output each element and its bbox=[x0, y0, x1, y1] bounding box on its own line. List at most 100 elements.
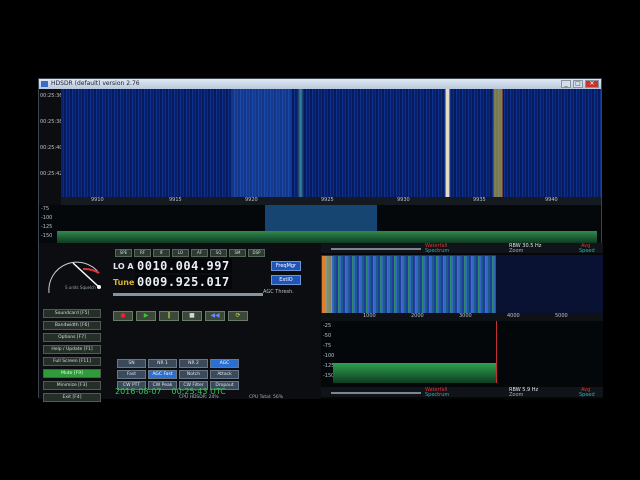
soundcard-button[interactable]: Soundcard [F5] bbox=[43, 309, 101, 318]
time-label: 00:25:36 bbox=[40, 93, 63, 99]
lo-label: LO A bbox=[113, 261, 134, 271]
window-controls: _ □ ✕ bbox=[561, 80, 599, 88]
title-bar: HDSDR (default) version 2.76 _ □ ✕ bbox=[39, 79, 601, 89]
toolbar-button[interactable]: RF bbox=[134, 249, 151, 257]
loop-button[interactable]: ⟳ bbox=[228, 311, 248, 321]
exit-button[interactable]: Exit [F4] bbox=[43, 393, 101, 402]
mode-button[interactable]: Notch bbox=[179, 370, 208, 379]
mode-button[interactable]: Fast bbox=[117, 370, 146, 379]
zoom-label: Zoom bbox=[509, 392, 524, 398]
mode-button[interactable]: NR 1 bbox=[148, 359, 177, 368]
toolbar-button[interactable]: AF bbox=[191, 249, 208, 257]
minimize-icon[interactable]: _ bbox=[561, 80, 571, 88]
agc-threshold-label: AGC Thresh. bbox=[263, 289, 294, 295]
s-meter-label: S units Squelch bbox=[65, 285, 96, 290]
record-button[interactable]: ● bbox=[113, 311, 133, 321]
zoom-tick: 5000 bbox=[555, 313, 568, 319]
zoom-filter-edge bbox=[496, 321, 497, 383]
date-display: 2016-08-07 bbox=[115, 387, 162, 396]
zoom-spectrum-trace bbox=[333, 363, 496, 383]
rewind-button[interactable]: ◀◀ bbox=[205, 311, 225, 321]
options-button[interactable]: Options [F7] bbox=[43, 333, 101, 342]
function-buttons: Soundcard [F5] Bandwidth [F6] Options [F… bbox=[43, 309, 101, 405]
mode-button[interactable]: AGC bbox=[210, 359, 239, 368]
s-meter bbox=[48, 261, 101, 294]
mute-button[interactable]: Mute [F9] bbox=[43, 369, 101, 378]
tune-frequency-display[interactable]: 0009.925.017 bbox=[135, 275, 232, 289]
zoom-waterfall[interactable] bbox=[321, 255, 498, 315]
freq-tick: 9915 bbox=[169, 197, 182, 203]
zoom-level: -25 bbox=[323, 323, 332, 329]
full-screen-button[interactable]: Full Screen [F11] bbox=[43, 357, 101, 366]
speed-label: Speed bbox=[579, 392, 595, 398]
speed-label: Speed bbox=[579, 248, 595, 254]
tune-frequency-row: Tune 0009.925.017 bbox=[113, 275, 232, 289]
zoom-tick: 2000 bbox=[411, 313, 424, 319]
zoom-top-controls: Waterfall RBW 30.5 Hz Avg Spectrum Zoom … bbox=[321, 243, 603, 254]
mode-button[interactable]: Attack bbox=[210, 370, 239, 379]
close-icon[interactable]: ✕ bbox=[585, 80, 599, 88]
agc-threshold-slider[interactable] bbox=[113, 293, 263, 296]
mode-button[interactable]: AGC Fast bbox=[148, 370, 177, 379]
recorder-controls: ● ▶ ‖ ■ ◀◀ ⟳ bbox=[113, 311, 248, 321]
stop-button[interactable]: ■ bbox=[182, 311, 202, 321]
zoom-waterfall-empty bbox=[496, 255, 603, 313]
zoom-tick: 1000 bbox=[363, 313, 376, 319]
meter-toolbar: SPE RF IF LO AF SQ SM DSP bbox=[115, 249, 265, 257]
s-meter-needle bbox=[72, 262, 100, 288]
freqmgr-button[interactable]: FreqMgr bbox=[271, 261, 301, 271]
maximize-icon[interactable]: □ bbox=[573, 80, 583, 88]
play-button[interactable]: ▶ bbox=[136, 311, 156, 321]
mode-button[interactable]: SN bbox=[117, 359, 146, 368]
lo-frequency-display[interactable]: 0010.004.997 bbox=[135, 259, 232, 273]
toolbar-button[interactable]: SM bbox=[229, 249, 246, 257]
main-spectrum[interactable]: -75 -100 -125 -150 bbox=[39, 205, 601, 243]
extio-button[interactable]: ExtIO bbox=[271, 275, 301, 285]
toolbar-button[interactable]: SPE bbox=[115, 249, 132, 257]
time-label: 00:25:40 bbox=[40, 145, 63, 151]
toolbar-button[interactable]: IF bbox=[153, 249, 170, 257]
main-waterfall[interactable] bbox=[61, 89, 601, 197]
zoom-level: -50 bbox=[323, 333, 332, 339]
spectrum-trace bbox=[57, 231, 597, 243]
zoom-level: -75 bbox=[323, 343, 332, 349]
lo-frequency-row: LO A 0010.004.997 bbox=[113, 259, 232, 273]
toolbar-button[interactable]: LO bbox=[172, 249, 189, 257]
freq-tick: 9910 bbox=[91, 197, 104, 203]
app-icon bbox=[41, 81, 48, 87]
zoom-tick: 4000 bbox=[507, 313, 520, 319]
waterfall-slider[interactable] bbox=[331, 392, 421, 394]
bandwidth-button[interactable]: Bandwidth [F6] bbox=[43, 321, 101, 330]
zoom-frequency-axis: 1000 2000 3000 4000 5000 bbox=[321, 313, 603, 321]
hdsdr-window: HDSDR (default) version 2.76 _ □ ✕ 00:25… bbox=[38, 78, 603, 402]
cpu-hdsdr: CPU HDSDR: 24% bbox=[179, 395, 219, 400]
waterfall-slider[interactable] bbox=[331, 248, 421, 250]
tune-label: Tune bbox=[113, 277, 135, 287]
cpu-total: CPU Total: 56% bbox=[249, 395, 284, 400]
spectrum-label: Spectrum bbox=[425, 248, 450, 254]
zoom-label: Zoom bbox=[509, 248, 524, 254]
zoom-spectrum[interactable]: -25 -50 -75 -100 -125 -150 bbox=[321, 321, 603, 383]
toolbar-button[interactable]: DSP bbox=[248, 249, 265, 257]
help-update-button[interactable]: Help / Update [F1] bbox=[43, 345, 101, 354]
level-label: -100 bbox=[41, 215, 53, 221]
zoom-panel: Waterfall RBW 30.5 Hz Avg Spectrum Zoom … bbox=[321, 243, 603, 399]
waterfall-time-axis: 00:25:36 00:25:38 00:25:40 00:25:42 bbox=[39, 89, 63, 197]
spectrum-label: Spectrum bbox=[425, 392, 450, 398]
dsp-mode-grid: SN NR 1 NR 2 AGC Fast AGC Fast Notch Att… bbox=[117, 359, 239, 390]
time-label: 00:25:42 bbox=[40, 171, 63, 177]
frequency-axis: 9910 9915 9920 9925 9930 9935 9940 bbox=[61, 197, 601, 205]
control-panel: S units Squelch SPE RF IF LO AF SQ SM DS… bbox=[39, 243, 321, 402]
freq-tick: 9930 bbox=[397, 197, 410, 203]
mode-button[interactable]: NR 2 bbox=[179, 359, 208, 368]
window-title: HDSDR (default) version 2.76 bbox=[51, 80, 140, 87]
freq-tick: 9920 bbox=[245, 197, 258, 203]
time-label: 00:25:38 bbox=[40, 119, 63, 125]
pause-button[interactable]: ‖ bbox=[159, 311, 179, 321]
zoom-level: -100 bbox=[323, 353, 335, 359]
level-label: -125 bbox=[41, 224, 53, 230]
toolbar-button[interactable]: SQ bbox=[210, 249, 227, 257]
minimize-button[interactable]: Minimize [F3] bbox=[43, 381, 101, 390]
zoom-bottom-controls: Waterfall RBW 5.9 Hz Avg Spectrum Zoom S… bbox=[321, 387, 603, 398]
freq-tick: 9940 bbox=[545, 197, 558, 203]
